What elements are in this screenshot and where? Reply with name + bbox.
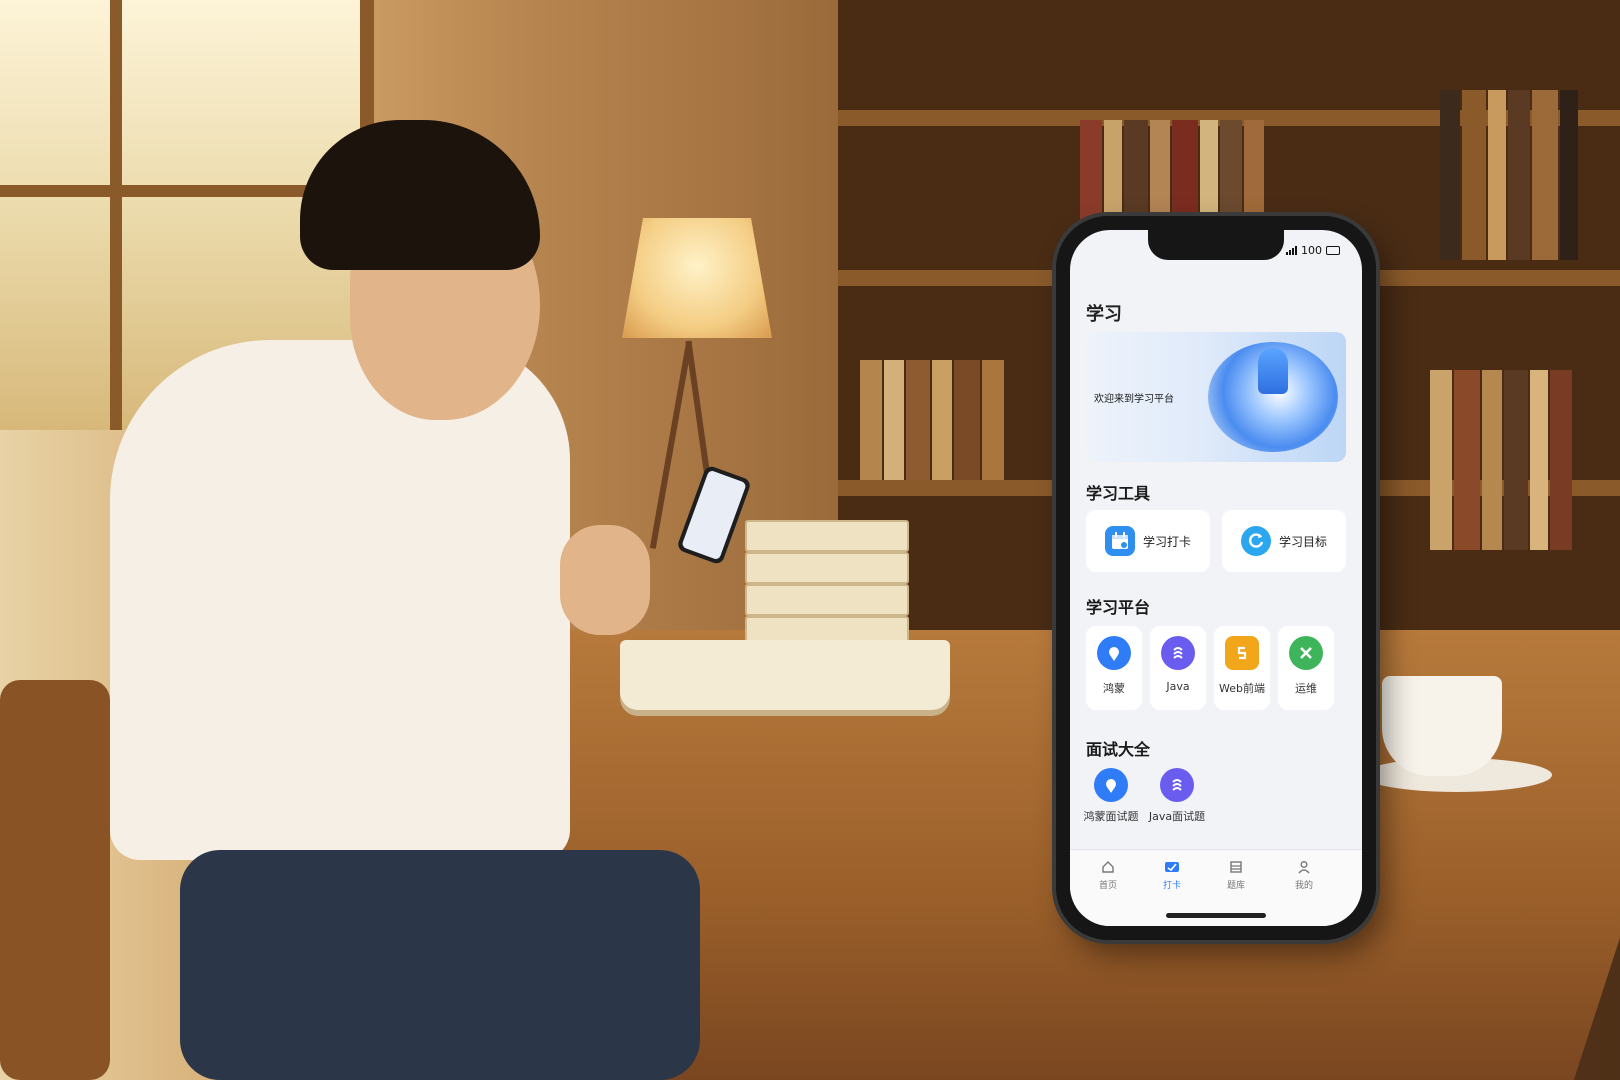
phone-screen: 100 学习 欢迎来到学习平台 学习工具 学习打卡 学习目标 学习平台 鸿蒙 J… [1070,230,1362,926]
section-title-platform: 学习平台 [1086,598,1151,617]
home-icon [1102,861,1114,873]
banner-text: 欢迎来到学习平台 [1094,394,1174,405]
platform-label: Java [1166,680,1190,693]
bottom-tab-bar: 首页 打卡 题库 我的 [1070,849,1362,926]
status-bar: 100 [1286,244,1340,257]
profile-icon [1298,861,1310,874]
interview-item-java[interactable]: Java面试题 [1144,768,1210,824]
tab-home[interactable]: 首页 [1078,860,1138,891]
phone-device: 100 学习 欢迎来到学习平台 学习工具 学习打卡 学习目标 学习平台 鸿蒙 J… [1056,216,1376,940]
platform-card-java[interactable]: Java [1150,626,1206,710]
books [1430,370,1574,550]
tab-label: 首页 [1098,881,1117,891]
phone-notch [1148,230,1284,260]
platform-label: Web前端 [1219,682,1265,695]
tab-label: 题库 [1226,881,1245,891]
platform-label: 运维 [1295,682,1317,695]
tab-label: 我的 [1294,881,1313,891]
battery-icon [1326,246,1340,255]
tab-questions[interactable]: 题库 [1206,860,1266,891]
platform-card-web[interactable]: Web前端 [1214,626,1270,710]
home-indicator[interactable] [1166,913,1266,918]
page-title: 学习 [1086,304,1122,325]
tool-label: 学习目标 [1278,534,1327,549]
coffee-cup [1382,676,1502,776]
platform-card-ops[interactable]: 运维 [1278,626,1334,710]
person-hair [300,120,540,270]
books [860,360,1006,480]
calendar-checkin-icon [1104,526,1135,556]
platform-card-harmony[interactable]: 鸿蒙 [1086,626,1142,710]
book-stack [745,584,909,616]
interview-label: Java面试题 [1148,810,1206,823]
java-icon [1160,768,1194,802]
tool-label: 学习打卡 [1142,534,1191,549]
harmony-pin-icon [1094,768,1128,802]
tool-card-checkin[interactable]: 学习打卡 [1086,510,1210,572]
list-icon [1230,861,1242,873]
platform-label: 鸿蒙 [1103,682,1125,695]
person-shirt [110,340,570,860]
section-title-tools: 学习工具 [1086,484,1151,503]
java-icon [1161,636,1195,670]
person-hand [560,525,650,635]
checkin-icon [1165,862,1179,872]
background-scene: 100 学习 欢迎来到学习平台 学习工具 学习打卡 学习目标 学习平台 鸿蒙 J… [0,0,1620,1080]
ops-x-icon [1289,636,1323,670]
book-stack [745,552,909,584]
books [1440,90,1580,260]
html5-icon [1225,636,1259,670]
book-stack [745,520,909,552]
person-jeans [180,850,700,1080]
tab-profile[interactable]: 我的 [1274,860,1334,891]
tool-card-goal[interactable]: 学习目标 [1222,510,1346,572]
section-title-interview: 面试大全 [1086,740,1151,759]
interview-item-harmony[interactable]: 鸿蒙面试题 [1078,768,1144,824]
tab-label: 打卡 [1162,881,1181,891]
signal-icon [1286,246,1297,255]
welcome-banner[interactable]: 欢迎来到学习平台 [1086,332,1346,462]
banner-art-peak [1258,348,1288,394]
harmony-pin-icon [1097,636,1131,670]
target-cycle-icon [1240,526,1271,556]
tab-checkin[interactable]: 打卡 [1142,860,1202,891]
interview-label: 鸿蒙面试题 [1083,810,1139,823]
battery-level: 100 [1301,244,1322,257]
